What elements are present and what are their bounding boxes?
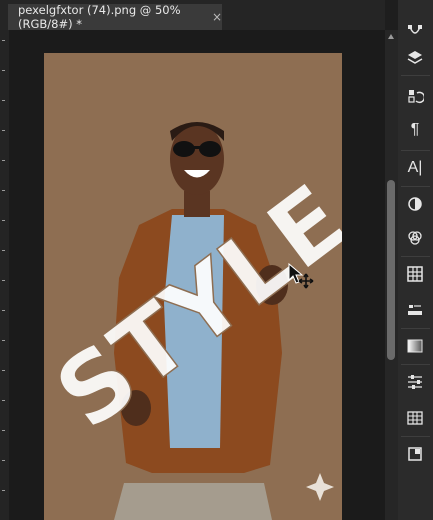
move-cursor-icon (288, 262, 314, 289)
scroll-up-arrow-icon[interactable] (388, 34, 394, 39)
adjustments-icon[interactable] (401, 190, 429, 218)
sunglasses-right (199, 141, 221, 157)
panel-separator (401, 75, 430, 76)
paragraph-icon[interactable]: ¶ (401, 116, 429, 144)
artboard-icon[interactable] (401, 440, 429, 468)
panel-separator (401, 256, 430, 257)
grid-icon[interactable] (401, 260, 429, 288)
panel-separator (401, 436, 430, 437)
document-tab[interactable]: pexelgfxtor (74).png @ 50% (RGB/8#) * × (8, 3, 222, 31)
document-tab-title: pexelgfxtor (74).png @ 50% (RGB/8#) * (18, 3, 181, 31)
history-icon[interactable] (401, 82, 429, 110)
vertical-ruler (0, 30, 9, 520)
sparkle-icon (306, 473, 334, 501)
stamp-icon[interactable] (401, 296, 429, 324)
sunglasses-bridge (194, 146, 200, 149)
right-panel-dock: ¶ A| (398, 0, 433, 520)
sliders-icon[interactable] (401, 368, 429, 396)
table-icon[interactable] (401, 404, 429, 432)
close-icon[interactable]: × (212, 10, 222, 24)
gradient-icon[interactable] (401, 332, 429, 360)
panel-separator (401, 150, 430, 151)
layers-icon[interactable] (401, 44, 429, 72)
document-tab-bar: pexelgfxtor (74).png @ 50% (RGB/8#) * × (0, 0, 385, 31)
scrollbar-thumb[interactable] (387, 180, 395, 360)
paths-icon[interactable] (401, 18, 429, 46)
character-icon[interactable]: A| (401, 154, 429, 182)
panel-separator (401, 328, 430, 329)
panel-separator (401, 186, 430, 187)
pants (114, 483, 272, 520)
panel-separator (401, 364, 430, 365)
sunglasses-left (173, 141, 195, 157)
channels-icon[interactable] (401, 224, 429, 252)
vertical-scrollbar[interactable] (385, 30, 398, 520)
